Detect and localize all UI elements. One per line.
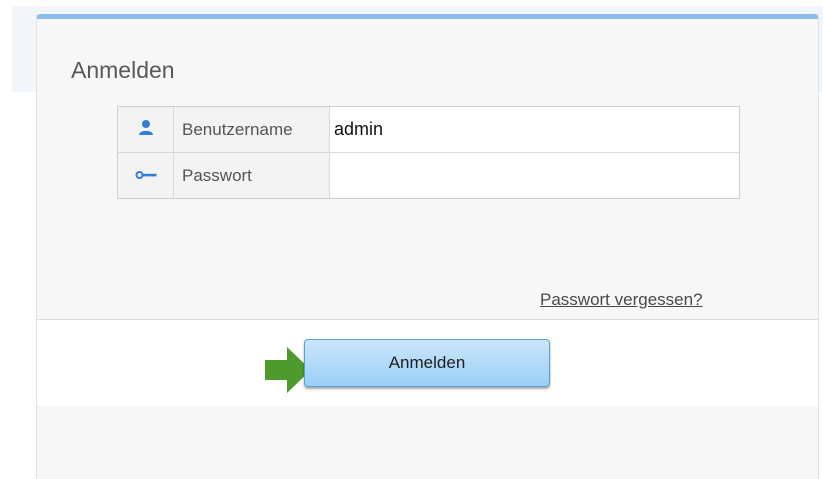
- username-icon-cell: [118, 107, 174, 152]
- username-input[interactable]: [331, 107, 739, 152]
- forgot-password-link[interactable]: Passwort vergessen?: [540, 290, 703, 310]
- password-icon-cell: [118, 153, 174, 198]
- username-input-cell: [331, 107, 739, 152]
- panel-top-accent: [37, 14, 818, 19]
- password-input-cell: [331, 153, 739, 198]
- login-title: Anmelden: [71, 57, 175, 83]
- user-icon: [138, 119, 154, 140]
- form-footer: Anmelden: [37, 319, 818, 406]
- login-button[interactable]: Anmelden: [304, 339, 550, 387]
- login-panel: Anmelden Benutzername admin Passwort Pas…: [36, 14, 819, 479]
- username-label: Benutzername: [174, 107, 330, 152]
- key-icon: [135, 167, 157, 185]
- username-row: Benutzername: [118, 107, 739, 153]
- password-label: Passwort: [174, 153, 330, 198]
- password-row: Passwort: [118, 153, 739, 198]
- password-input[interactable]: [331, 153, 739, 198]
- login-form: Benutzername Passwort: [117, 106, 740, 199]
